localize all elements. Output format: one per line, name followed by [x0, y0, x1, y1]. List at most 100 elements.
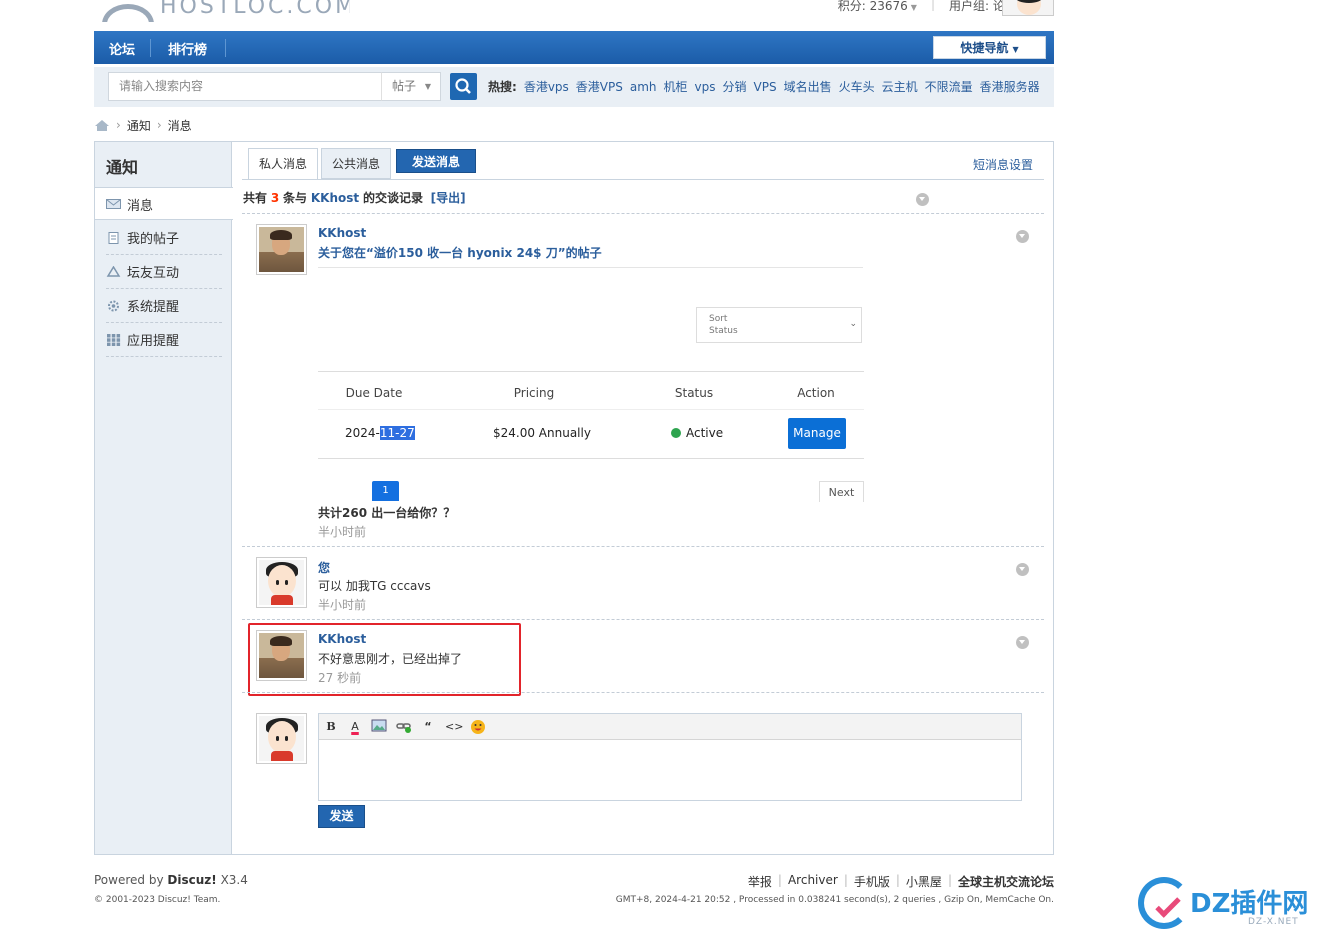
smiley-icon	[471, 720, 485, 734]
bold-button[interactable]: B	[323, 719, 339, 735]
image-button[interactable]	[371, 719, 387, 735]
hot-keyword[interactable]: 机柜	[664, 80, 688, 94]
avatar-eye	[285, 736, 288, 741]
watermark-subtext: DZ-X.NET	[1248, 917, 1299, 927]
quick-nav-button[interactable]: 快捷导航 ▼	[933, 36, 1046, 59]
row-divider	[318, 409, 864, 410]
discuz-link[interactable]: Discuz!	[167, 873, 216, 887]
send-reply-button[interactable]: 发送	[318, 805, 365, 828]
status-cell: Active	[671, 426, 723, 440]
site-logo[interactable]: HOSTLOC.COM	[100, 0, 350, 22]
quote-button[interactable]: “	[420, 719, 436, 735]
message-author[interactable]: 您	[318, 559, 330, 576]
document-icon	[108, 231, 119, 244]
send-message-button[interactable]: 发送消息	[396, 149, 476, 173]
column-header: Pricing	[513, 386, 555, 400]
due-date-cell: 2024-11-27	[345, 426, 415, 440]
message-text: 共计260 出一台给你？？	[318, 506, 456, 520]
sidebar-item-my-posts[interactable]: 我的帖子	[106, 221, 222, 255]
archiver-link[interactable]: Archiver	[788, 873, 838, 890]
sort-status-select: Sort Status ⌄	[696, 307, 862, 343]
points-menu[interactable]: 积分: 23676 ▼	[838, 0, 917, 14]
tab-private-messages[interactable]: 私人消息	[248, 148, 318, 180]
link-button[interactable]	[396, 719, 412, 735]
chevron-down-icon: ▼	[910, 3, 917, 12]
nav-forum[interactable]: 论坛	[109, 39, 135, 58]
hot-keyword[interactable]: vps	[695, 80, 716, 94]
column-header: Due Date	[345, 386, 403, 400]
breadcrumb-notice[interactable]: 通知	[127, 117, 151, 134]
sidebar-item-system[interactable]: 系统提醒	[106, 289, 222, 323]
hot-keyword[interactable]: 香港vps	[524, 80, 569, 94]
avatar[interactable]	[256, 713, 307, 764]
avatar-face	[268, 721, 296, 753]
hot-keyword[interactable]: 香港VPS	[576, 80, 623, 94]
blacklist-link[interactable]: 小黑屋	[906, 873, 942, 890]
site-name-link[interactable]: 全球主机交流论坛	[958, 873, 1054, 890]
tab-public-messages[interactable]: 公共消息	[321, 148, 391, 179]
search-bar: 请输入搜索内容 帖子 ▼ 热搜: 香港vps 香港VPS amh 机柜 vps 分销 VPS 域名…	[94, 67, 1054, 107]
search-type-select[interactable]: 帖子 ▼	[381, 72, 441, 101]
home-icon[interactable]	[94, 119, 110, 132]
divider: |	[930, 0, 935, 11]
header-avatar[interactable]	[1002, 0, 1054, 16]
delete-message-icon[interactable]	[1016, 563, 1029, 576]
font-color-button[interactable]: A	[347, 719, 363, 735]
conversation-summary: 共有 3 条与 KKhost 的交谈记录 [导出]	[243, 189, 466, 206]
report-link[interactable]: 举报	[748, 873, 772, 890]
hot-keyword[interactable]: 香港服务器	[980, 80, 1040, 94]
nav-ranking[interactable]: 排行榜	[168, 39, 207, 58]
smiley-button[interactable]	[470, 719, 486, 735]
code-button[interactable]: <>	[445, 719, 463, 735]
divider	[242, 213, 1044, 214]
summary-prefix: 共有	[243, 191, 268, 205]
breadcrumb-separator: ›	[156, 118, 162, 132]
collapse-icon[interactable]	[916, 193, 929, 206]
hot-keyword[interactable]: 不限流量	[925, 80, 973, 94]
search-button[interactable]	[450, 73, 477, 100]
message-settings-link[interactable]: 短消息设置	[973, 156, 1033, 173]
search-icon	[455, 78, 471, 94]
hot-keyword[interactable]: amh	[630, 80, 657, 94]
avatar[interactable]	[256, 224, 307, 275]
avatar[interactable]	[256, 557, 307, 608]
avatar-body	[271, 751, 293, 761]
export-link[interactable]: [导出]	[431, 191, 466, 205]
sidebar-item-messages[interactable]: 消息	[106, 187, 222, 221]
sidebar-item-interaction[interactable]: 坛友互动	[106, 255, 222, 289]
sidebar-item-label: 应用提醒	[127, 334, 180, 349]
sidebar-item-label: 我的帖子	[127, 232, 180, 247]
divider: |	[895, 873, 900, 887]
hot-keyword[interactable]: 云主机	[882, 80, 918, 94]
sidebar-item-label: 消息	[127, 198, 154, 214]
avatar-hair	[270, 230, 292, 240]
caret-down-icon: ▼	[1012, 45, 1019, 54]
delete-message-icon[interactable]	[1016, 230, 1029, 243]
message-count: 3	[270, 191, 280, 205]
sidebar-item-apps[interactable]: 应用提醒	[106, 323, 222, 357]
hot-keyword[interactable]: 火车头	[839, 80, 875, 94]
hot-keyword[interactable]: 分销	[723, 80, 747, 94]
avatar-cartoon	[259, 716, 304, 761]
mobile-link[interactable]: 手机版	[854, 873, 890, 890]
nav-divider	[150, 39, 151, 57]
copyright: © 2001-2023 Discuz! Team.	[94, 895, 221, 905]
version: X3.4	[220, 873, 248, 887]
message-subject[interactable]: 关于您在“溢价150 收一台 hyonix 24$ 刀”的帖子	[318, 244, 863, 268]
breadcrumb-separator: ›	[116, 118, 121, 132]
message-author[interactable]: KKhost	[318, 226, 366, 240]
tab-divider	[242, 179, 1044, 180]
hot-keyword[interactable]: VPS	[754, 80, 777, 94]
manage-button: Manage	[788, 418, 846, 449]
hot-keyword[interactable]: 域名出售	[784, 80, 832, 94]
divider	[242, 692, 1044, 693]
status-dot-icon	[671, 428, 681, 438]
delete-message-icon[interactable]	[1016, 636, 1029, 649]
search-input[interactable]: 请输入搜索内容	[108, 72, 382, 101]
highlight-box	[248, 623, 521, 696]
search-type-label: 帖子	[392, 79, 417, 93]
breadcrumb-messages[interactable]: 消息	[168, 117, 192, 134]
divider	[242, 546, 1044, 547]
sidebar-item-label: 系统提醒	[127, 300, 180, 315]
conversation-user[interactable]: KKhost	[311, 191, 359, 205]
